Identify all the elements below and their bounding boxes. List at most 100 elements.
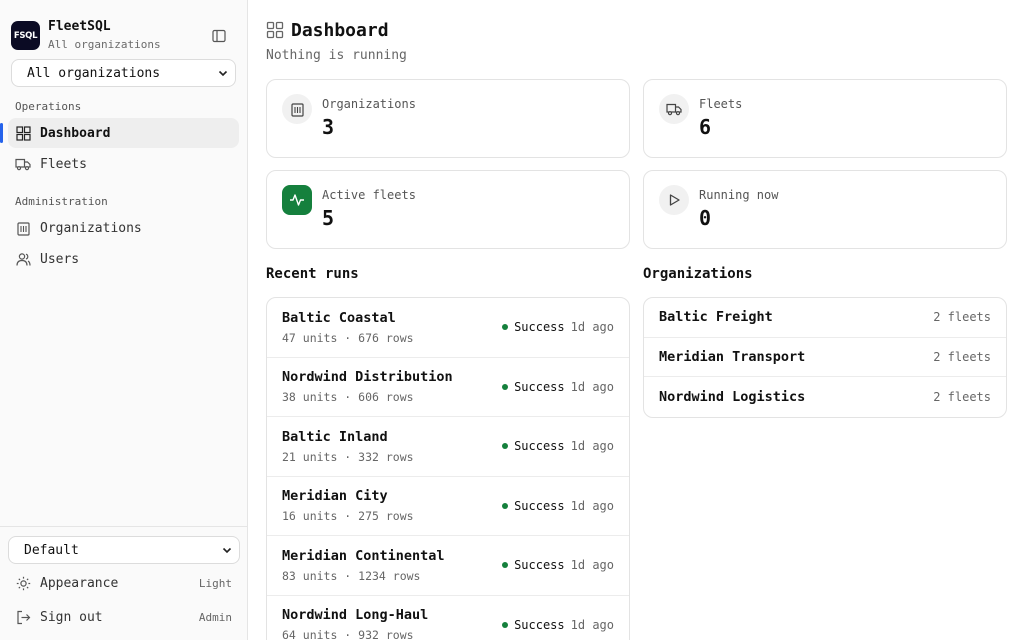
recent-runs-title: Recent runs — [266, 266, 359, 282]
run-name: Meridian City — [282, 488, 388, 505]
sign-out-label: Sign out — [40, 609, 103, 625]
org-name: Baltic Freight — [659, 309, 773, 326]
building-icon — [282, 94, 312, 124]
run-meta: 83 units · 1234 rows — [282, 568, 421, 583]
status-badge: Success — [502, 499, 565, 513]
truck-icon — [15, 156, 31, 172]
list-item[interactable]: Meridian City 16 units · 275 rows Success… — [267, 477, 629, 536]
run-name: Baltic Inland — [282, 428, 388, 445]
sidebar-item-organizations[interactable]: Organizations — [8, 213, 239, 243]
sidebar-toggle-icon[interactable] — [208, 25, 230, 47]
recent-runs-list: Baltic Coastal 47 units · 676 rows Succes… — [266, 297, 630, 640]
stat-label: Fleets — [699, 97, 743, 111]
list-item[interactable]: Nordwind Logistics 2 fleets — [644, 377, 1006, 417]
stats-grid: Organizations 3 Fleets 6 Active fleets 5… — [266, 79, 1024, 249]
recent-runs-section: Recent runs Baltic Coastal 47 units · 676… — [266, 266, 630, 640]
dashboard-icon — [266, 21, 284, 39]
page-subtitle: Nothing is running — [266, 48, 407, 63]
status-text: Success — [514, 320, 565, 335]
status-badge: Success — [502, 558, 565, 572]
brand: FSQL FleetSQL All organizations — [0, 0, 247, 58]
stat-card-organizations: Organizations 3 — [266, 79, 630, 158]
org-name: Meridian Transport — [659, 348, 806, 365]
list-item[interactable]: Baltic Coastal 47 units · 676 rows Succes… — [267, 298, 629, 358]
profile-select[interactable]: Default — [8, 536, 240, 564]
section-label-operations: Operations — [15, 100, 82, 113]
run-time: 1d ago — [570, 498, 614, 513]
list-item[interactable]: Meridian Continental 83 units · 1234 rows… — [267, 536, 629, 596]
stat-value: 5 — [322, 206, 335, 230]
sidebar-item-fleets[interactable]: Fleets — [8, 149, 239, 179]
users-icon — [15, 251, 31, 267]
status-dot — [502, 443, 509, 450]
status-text: Success — [514, 379, 565, 394]
stat-label: Organizations — [322, 97, 416, 111]
stat-label: Running now — [699, 188, 779, 202]
list-item[interactable]: Nordwind Distribution 38 units · 606 rows… — [267, 358, 629, 417]
run-time: 1d ago — [570, 320, 614, 335]
run-name: Baltic Coastal — [282, 309, 396, 326]
organizations-title: Organizations — [643, 266, 753, 282]
sidebar: FSQL FleetSQL All organizations All orga… — [0, 0, 248, 640]
status-dot — [502, 621, 509, 628]
sidebar-item-label: Users — [40, 251, 80, 267]
status-text: Success — [514, 558, 565, 573]
play-icon — [659, 185, 689, 215]
list-item[interactable]: Baltic Freight 2 fleets — [644, 298, 1006, 338]
logo: FSQL — [11, 21, 40, 50]
status-dot — [502, 562, 509, 569]
status-dot — [502, 324, 509, 331]
dashboard-icon — [15, 125, 31, 141]
run-time: 1d ago — [570, 558, 614, 573]
run-name: Nordwind Long-Haul — [282, 607, 429, 624]
sign-out-button[interactable]: Sign out Admin — [0, 600, 247, 634]
organization-select[interactable]: All organizations — [11, 59, 236, 87]
org-name: Nordwind Logistics — [659, 388, 806, 405]
run-meta: 38 units · 606 rows — [282, 390, 414, 405]
building-icon — [15, 220, 31, 236]
stat-card-running-now: Running now 0 — [643, 170, 1007, 249]
run-meta: 16 units · 275 rows — [282, 509, 414, 524]
list-item[interactable]: Meridian Transport 2 fleets — [644, 338, 1006, 377]
status-badge: Success — [502, 618, 565, 632]
list-item[interactable]: Nordwind Long-Haul 64 units · 932 rows Su… — [267, 596, 629, 640]
stat-value: 0 — [699, 206, 712, 230]
status-text: Success — [514, 498, 565, 513]
sign-out-role: Admin — [198, 610, 232, 624]
run-name: Meridian Continental — [282, 547, 445, 564]
run-time: 1d ago — [570, 617, 614, 632]
status-text: Success — [514, 617, 565, 632]
sun-icon — [15, 575, 31, 591]
run-time: 1d ago — [570, 439, 614, 454]
truck-icon — [659, 94, 689, 124]
run-meta: 47 units · 676 rows — [282, 330, 414, 345]
stat-card-active-fleets: Active fleets 5 — [266, 170, 630, 249]
run-meta: 21 units · 332 rows — [282, 449, 414, 464]
sign-out-icon — [15, 609, 31, 625]
appearance-toggle[interactable]: Appearance Light — [0, 566, 247, 600]
section-label-administration: Administration — [15, 195, 108, 208]
chevron-down-icon — [217, 67, 229, 79]
status-dot — [502, 383, 509, 390]
appearance-label: Appearance — [40, 575, 119, 591]
organization-select-value: All organizations — [27, 65, 161, 81]
organizations-list: Baltic Freight 2 fleets Meridian Transpo… — [643, 297, 1007, 418]
sidebar-footer: Default Appearance Light Sign out Admin — [0, 526, 247, 640]
brand-text: FleetSQL All organizations — [48, 19, 208, 52]
org-fleet-count: 2 fleets — [933, 310, 991, 325]
list-item[interactable]: Baltic Inland 21 units · 332 rows Success… — [267, 417, 629, 477]
chevron-down-icon — [221, 544, 233, 556]
activity-icon — [282, 185, 312, 215]
status-badge: Success — [502, 380, 565, 394]
status-dot — [502, 502, 509, 509]
sidebar-item-label: Dashboard — [40, 125, 111, 141]
sidebar-item-users[interactable]: Users — [8, 244, 239, 274]
status-text: Success — [514, 439, 565, 454]
run-meta: 64 units · 932 rows — [282, 628, 414, 640]
stat-value: 6 — [699, 115, 712, 139]
brand-subtitle: All organizations — [48, 38, 161, 51]
sidebar-item-dashboard[interactable]: Dashboard — [0, 118, 239, 148]
sidebar-item-label: Organizations — [40, 220, 142, 236]
page-title: Dashboard — [291, 19, 389, 41]
page-header: Dashboard — [266, 19, 1024, 41]
